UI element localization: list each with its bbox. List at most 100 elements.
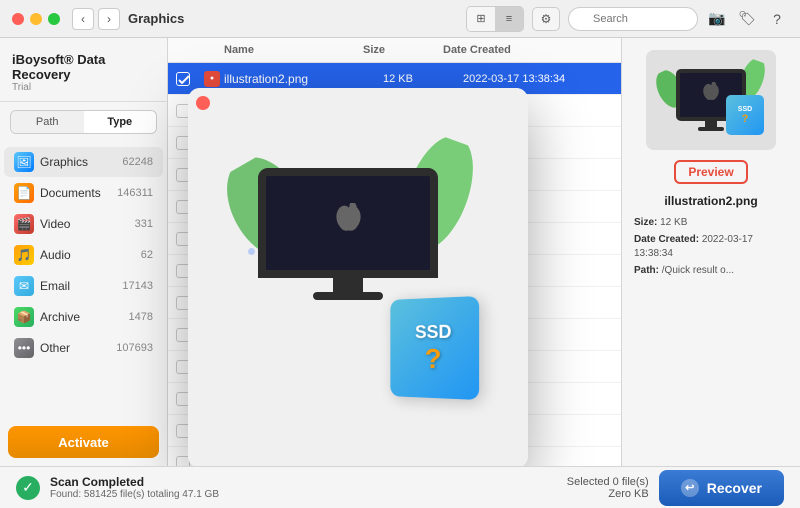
- category-count-audio: 62: [141, 249, 153, 261]
- sidebar-item-graphics[interactable]: 🖼 Graphics 62248: [4, 147, 163, 177]
- ssd-question-mark: ?: [425, 342, 442, 374]
- mini-apple-logo: [700, 82, 722, 108]
- maximize-button[interactable]: [48, 13, 60, 25]
- preview-popup: SSD ?: [188, 88, 528, 466]
- category-count-graphics: 62248: [122, 156, 153, 168]
- email-icon: ✉: [14, 276, 34, 296]
- category-count-documents: 146311: [117, 187, 153, 199]
- camera-icon[interactable]: 📷: [706, 8, 728, 30]
- sidebar-item-audio[interactable]: 🎵 Audio 62: [4, 240, 163, 270]
- file-info: illustration2.png Size: 12 KB Date Creat…: [634, 194, 788, 281]
- selected-info: Selected 0 file(s) Zero KB: [567, 476, 649, 500]
- mac-monitor: [258, 168, 438, 308]
- monitor-screen: [258, 168, 438, 278]
- category-name-documents: Documents: [40, 186, 117, 200]
- preview-thumbnail: SSD ?: [646, 50, 776, 150]
- graphics-icon: 🖼: [14, 152, 34, 172]
- help-icon[interactable]: ?: [766, 8, 788, 30]
- view-grid-button[interactable]: ⊞: [467, 7, 495, 31]
- category-count-email: 17143: [122, 280, 153, 292]
- sidebar-item-other[interactable]: ••• Other 107693: [4, 333, 163, 363]
- row-checkbox[interactable]: [176, 72, 190, 86]
- search-wrapper: 🔍: [568, 7, 698, 31]
- mini-mac-illustration: SSD ?: [656, 60, 766, 140]
- window-controls: [12, 13, 60, 25]
- size-value: 12 KB: [660, 217, 687, 228]
- ssd-label: SSD: [415, 321, 451, 343]
- title-bar: ‹ › Graphics ⊞ ≡ ⚙ 🔍 📷 🏷 ?: [0, 0, 800, 38]
- back-button[interactable]: ‹: [72, 8, 94, 30]
- decorative-dot: [248, 248, 255, 255]
- sidebar: iBoysoft® Data Recovery Trial Path Type …: [0, 38, 168, 466]
- window-title: Graphics: [128, 11, 184, 26]
- sidebar-item-archive[interactable]: 📦 Archive 1478: [4, 302, 163, 332]
- selected-count: Selected 0 file(s): [567, 476, 649, 488]
- recover-icon: ↩: [681, 479, 699, 497]
- monitor-stand: [333, 278, 363, 292]
- file-name: illustration2.png: [224, 72, 383, 86]
- view-list-button[interactable]: ≡: [495, 7, 523, 31]
- recover-button[interactable]: ↩ Recover: [659, 470, 784, 506]
- close-button[interactable]: [12, 13, 24, 25]
- app-name: iBoysoft® Data Recovery: [12, 52, 155, 82]
- mini-ssd-question: ?: [742, 113, 749, 125]
- ssd-box: SSD ?: [390, 296, 479, 400]
- scan-subtitle: Found: 581425 file(s) totaling 47.1 GB: [50, 489, 219, 500]
- category-count-archive: 1478: [129, 311, 153, 323]
- sidebar-item-email[interactable]: ✉ Email 17143: [4, 271, 163, 301]
- file-date: 2022-03-17 13:38:34: [463, 73, 613, 85]
- category-name-graphics: Graphics: [40, 155, 122, 169]
- scan-complete-icon: ✓: [16, 476, 40, 500]
- activate-button[interactable]: Activate: [8, 426, 159, 458]
- file-type-icon: ●: [204, 71, 220, 87]
- toolbar-icons: 📷 🏷 ?: [706, 8, 788, 30]
- date-label: Date Created:: [634, 234, 699, 245]
- file-info-date: Date Created: 2022-03-17 13:38:34: [634, 233, 788, 261]
- category-name-other: Other: [40, 341, 116, 355]
- file-area: Name Size Date Created ● illustration2.p…: [168, 38, 622, 466]
- app-trial: Trial: [12, 82, 155, 93]
- col-header-name: Name: [224, 44, 363, 56]
- category-name-email: Email: [40, 279, 122, 293]
- preview-button[interactable]: Preview: [674, 160, 747, 184]
- nav-arrows: ‹ ›: [72, 8, 120, 30]
- archive-icon: 📦: [14, 307, 34, 327]
- other-icon: •••: [14, 338, 34, 358]
- file-info-size: Size: 12 KB: [634, 216, 788, 230]
- forward-button[interactable]: ›: [98, 8, 120, 30]
- tab-path[interactable]: Path: [11, 111, 84, 133]
- path-value: /Quick result o...: [662, 265, 734, 276]
- main-layout: iBoysoft® Data Recovery Trial Path Type …: [0, 38, 800, 466]
- file-table-header: Name Size Date Created: [168, 38, 621, 63]
- mini-ssd: SSD ?: [726, 95, 764, 135]
- audio-icon: 🎵: [14, 245, 34, 265]
- file-info-path: Path: /Quick result o...: [634, 264, 788, 278]
- category-name-video: Video: [40, 217, 135, 231]
- category-name-archive: Archive: [40, 310, 129, 324]
- category-count-video: 331: [135, 218, 153, 230]
- preview-image-area: SSD ?: [188, 88, 528, 466]
- selected-size: Zero KB: [567, 488, 649, 500]
- sidebar-item-video[interactable]: 🎬 Video 331: [4, 209, 163, 239]
- category-count-other: 107693: [116, 342, 153, 354]
- mac-illustration: SSD ?: [218, 128, 498, 428]
- file-info-name: illustration2.png: [634, 194, 788, 208]
- status-bar: ✓ Scan Completed Found: 581425 file(s) t…: [0, 466, 800, 508]
- recover-label: Recover: [707, 480, 762, 496]
- tab-type[interactable]: Type: [84, 111, 157, 133]
- scan-status-text: Scan Completed Found: 581425 file(s) tot…: [50, 475, 219, 500]
- col-header-date: Date Created: [443, 44, 593, 56]
- minimize-button[interactable]: [30, 13, 42, 25]
- search-input[interactable]: [568, 7, 698, 31]
- mini-base: [698, 127, 724, 131]
- tag-icon[interactable]: 🏷: [736, 8, 758, 30]
- size-label: Size:: [634, 217, 657, 228]
- col-header-size: Size: [363, 44, 443, 56]
- preview-close-button[interactable]: [196, 96, 210, 110]
- view-toggle: ⊞ ≡: [466, 6, 524, 32]
- sidebar-item-documents[interactable]: 📄 Documents 146311: [4, 178, 163, 208]
- filter-button[interactable]: ⚙: [532, 7, 560, 31]
- documents-icon: 📄: [14, 183, 34, 203]
- filter-icon: ⚙: [541, 12, 552, 26]
- tab-switch: Path Type: [10, 110, 157, 134]
